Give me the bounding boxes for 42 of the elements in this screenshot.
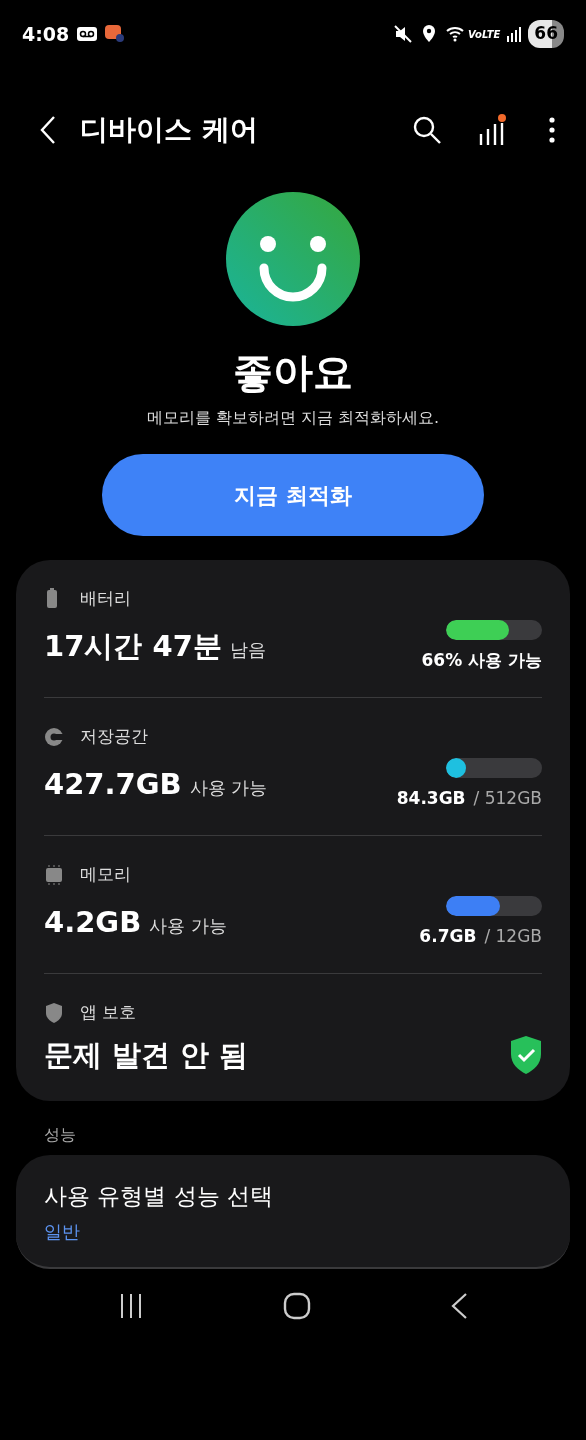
usage-total: / 12GB: [484, 924, 542, 948]
pie-icon: [44, 725, 64, 748]
item-value: 427.7GB: [44, 765, 182, 803]
smiley-icon: [226, 192, 360, 326]
home-icon[interactable]: [283, 1291, 311, 1320]
signal-icon: [506, 26, 523, 42]
back-icon[interactable]: [450, 1291, 469, 1320]
item-unit: 남음: [229, 637, 266, 662]
usage-reading: 84.3GB: [396, 786, 466, 810]
chip-icon: [44, 863, 64, 886]
item-value: 17시간 47분: [44, 627, 222, 665]
setting-value: 일반: [44, 1219, 81, 1244]
item-unit: 사용 가능: [189, 775, 268, 800]
item-unit: 사용 가능: [149, 913, 227, 938]
wifi-icon: [446, 24, 465, 44]
usage-total: / 512GB: [473, 786, 542, 810]
setting-title: 사용 유형별 성능 선택: [44, 1182, 274, 1211]
more-options-icon[interactable]: [548, 116, 556, 144]
battery-level: 66: [528, 20, 564, 48]
shield-icon: [44, 1001, 64, 1024]
chart-icon[interactable]: [478, 114, 506, 146]
usage-reading: 6.7GB: [419, 924, 477, 948]
item-label: 저장공간: [80, 725, 148, 748]
status-message: 메모리를 확보하려면 지금 최적화하세요.: [146, 407, 440, 429]
status-time: 4:08: [22, 21, 70, 47]
item-value: 문제 발견 안 됨: [44, 1036, 249, 1074]
status-heading: 좋아요: [233, 348, 353, 397]
item-label: 메모리: [80, 863, 131, 886]
item-value: 4.2GB: [44, 903, 142, 941]
page-title: 디바이스 케어: [80, 112, 259, 148]
section-label: 성능: [43, 1124, 77, 1146]
app-notification-icon: [105, 25, 126, 43]
mute-icon: [394, 24, 413, 44]
search-icon[interactable]: [412, 115, 442, 145]
check-shield-icon: [510, 1035, 542, 1076]
item-label: 배터리: [80, 587, 131, 610]
optimize-button[interactable]: 지금 최적화: [102, 454, 484, 536]
voicemail-icon: [77, 27, 98, 41]
network-type: VoLTE: [468, 27, 501, 42]
item-label: 앱 보호: [80, 1001, 137, 1024]
performance-card[interactable]: 사용 유형별 성능 선택 일반: [16, 1155, 570, 1269]
usage-reading: 66% 사용 가능: [421, 648, 542, 672]
